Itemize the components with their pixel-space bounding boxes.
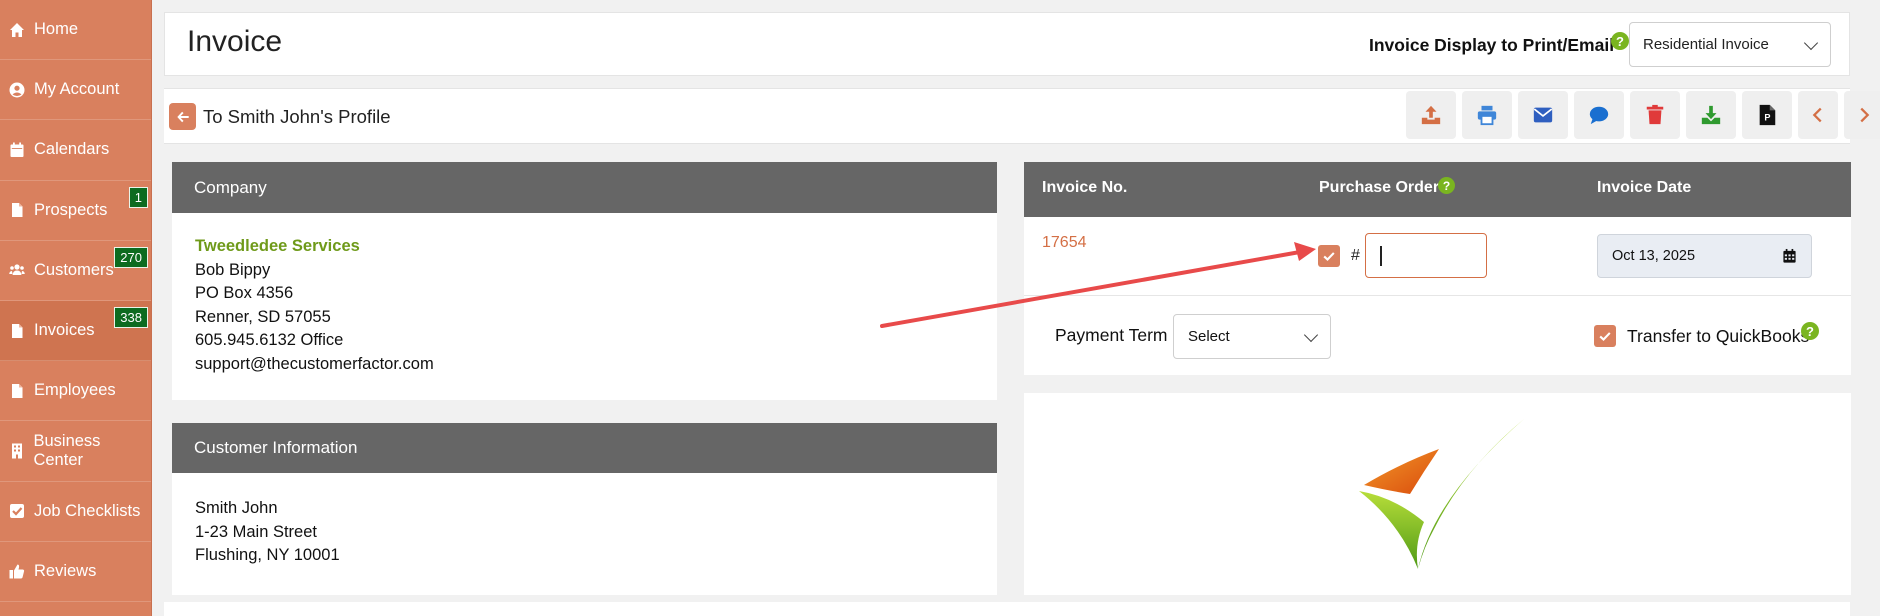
annotation-arrow	[880, 242, 1316, 328]
